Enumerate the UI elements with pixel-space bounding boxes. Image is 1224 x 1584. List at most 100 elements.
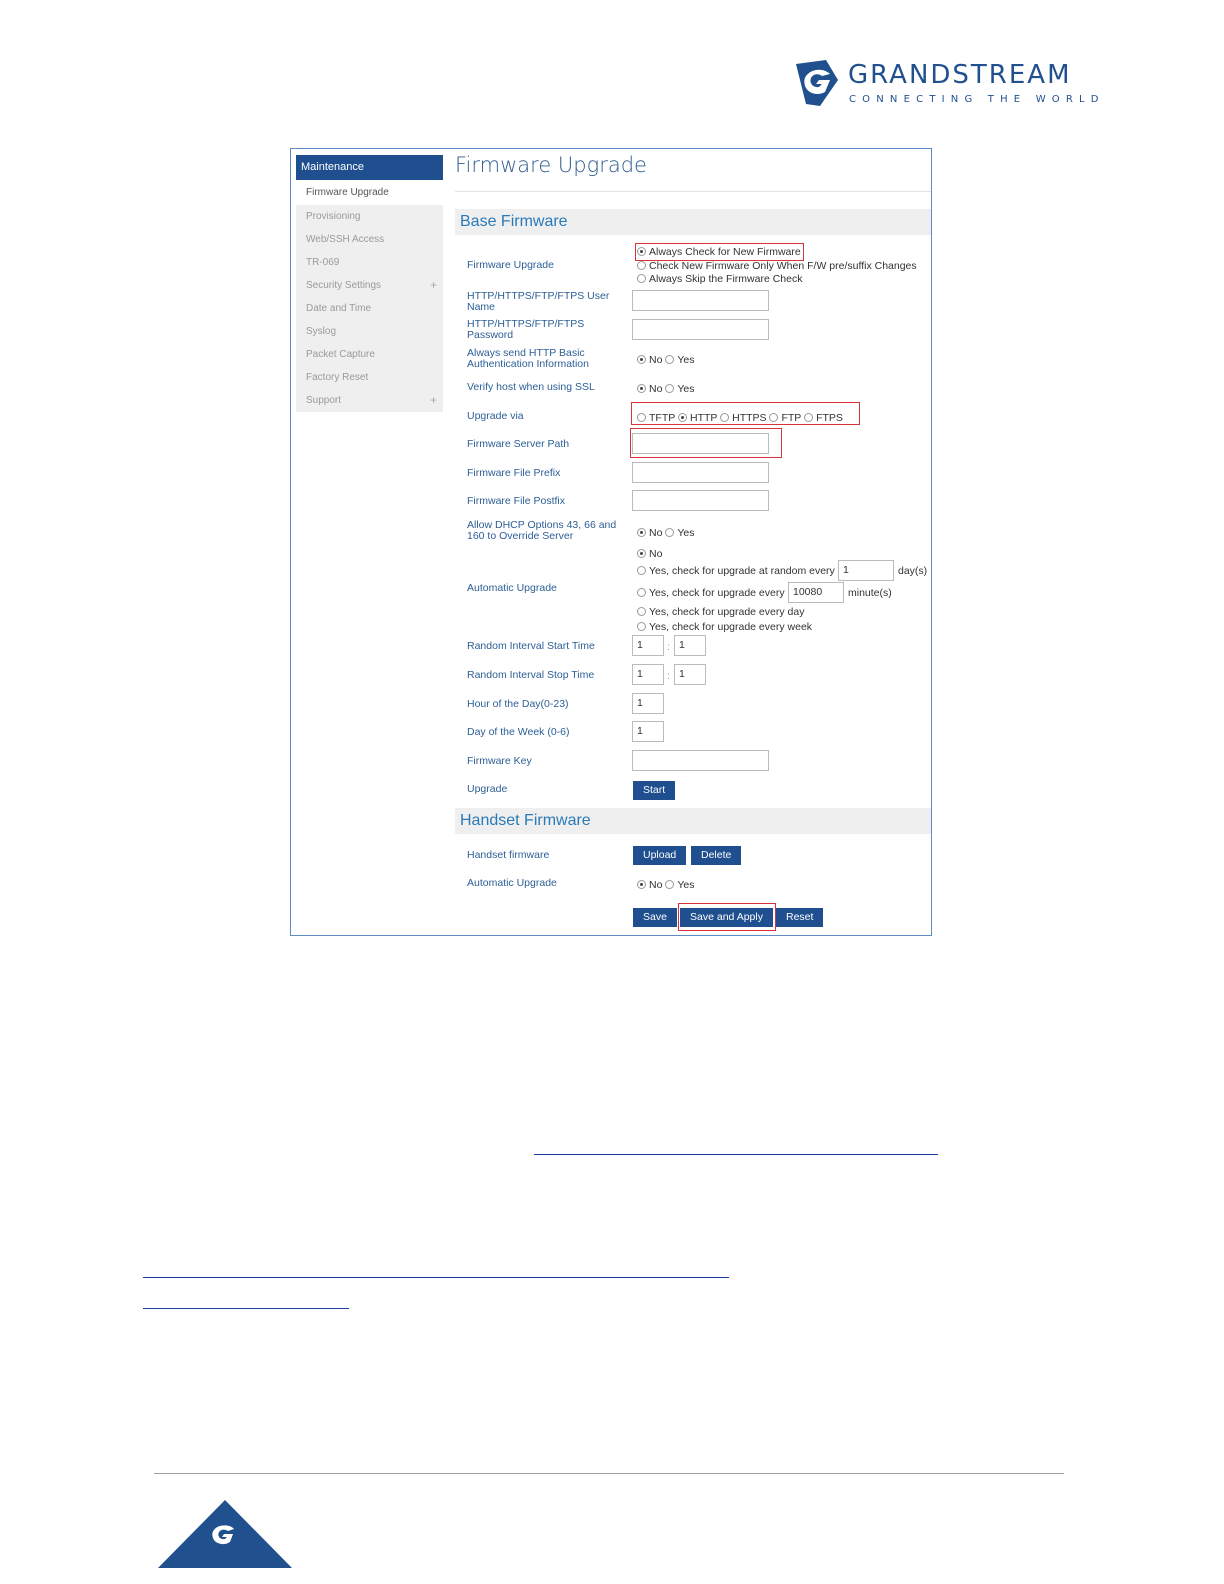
sidebar-item-packet-capture[interactable]: Packet Capture bbox=[296, 343, 443, 366]
hyperlink-underline[interactable] bbox=[143, 1277, 729, 1278]
random-days-input[interactable]: 1 bbox=[838, 560, 894, 581]
radio-icon[interactable] bbox=[637, 607, 646, 616]
highlight-box bbox=[678, 903, 776, 931]
basic-auth-label: Always send HTTP Basic Authentication In… bbox=[467, 347, 589, 370]
option-label: No bbox=[649, 354, 663, 366]
day-of-week-input[interactable]: 1 bbox=[632, 721, 664, 742]
hyperlink-underline[interactable] bbox=[143, 1308, 349, 1309]
sidebar-item-tr069[interactable]: TR-069 bbox=[296, 251, 443, 274]
expand-icon[interactable]: + bbox=[430, 389, 437, 412]
sidebar-item-label: TR-069 bbox=[306, 257, 340, 268]
reset-button[interactable]: Reset bbox=[776, 908, 824, 927]
sidebar-item-label: Packet Capture bbox=[306, 349, 375, 360]
dhcp-override-radio-group: No Yes bbox=[637, 527, 695, 540]
file-postfix-label: Firmware File Postfix bbox=[467, 495, 566, 507]
upgrade-via-label: Upgrade via bbox=[467, 410, 524, 422]
firmware-key-input[interactable] bbox=[632, 750, 769, 771]
logo-wordmark: GRANDSTREAM bbox=[848, 60, 1072, 90]
radio-icon[interactable] bbox=[637, 261, 646, 270]
verify-ssl-radio-group: No Yes bbox=[637, 383, 695, 396]
random-start-hour-input[interactable]: 1 bbox=[632, 635, 664, 656]
radio-icon[interactable] bbox=[665, 880, 675, 889]
delete-button[interactable]: Delete bbox=[691, 846, 742, 865]
handset-firmware-label: Handset firmware bbox=[467, 849, 550, 861]
option-label: No bbox=[649, 383, 663, 395]
random-stop-label: Random Interval Stop Time bbox=[467, 669, 595, 681]
radio-icon[interactable] bbox=[637, 588, 646, 597]
every-minutes-input[interactable]: 10080 bbox=[788, 582, 844, 603]
hour-of-day-input[interactable]: 1 bbox=[632, 693, 664, 714]
grandstream-logo: GRANDSTREAM CONNECTING THE WORLD bbox=[792, 58, 1122, 110]
sidebar-item-label: Web/SSH Access bbox=[306, 234, 385, 245]
option-label: Always Skip the Firmware Check bbox=[649, 273, 803, 285]
title-divider bbox=[455, 191, 931, 192]
firmware-check-option-skip[interactable]: Always Skip the Firmware Check bbox=[637, 273, 802, 286]
option-label: Yes, check for upgrade every day bbox=[649, 606, 805, 618]
radio-icon[interactable] bbox=[665, 384, 675, 393]
username-input[interactable] bbox=[632, 290, 769, 311]
screenshot-frame: Maintenance Firmware Upgrade Provisionin… bbox=[290, 148, 932, 936]
radio-icon[interactable] bbox=[637, 622, 646, 631]
auto-upgrade-option-weekly[interactable]: Yes, check for upgrade every week bbox=[637, 621, 812, 634]
sidebar-item-factory-reset[interactable]: Factory Reset bbox=[296, 366, 443, 389]
password-input[interactable] bbox=[632, 319, 769, 340]
expand-icon[interactable]: + bbox=[430, 274, 437, 297]
auto-upgrade-option-no[interactable]: No bbox=[637, 548, 662, 561]
dhcp-override-label: Allow DHCP Options 43, 66 and 160 to Ove… bbox=[467, 519, 617, 542]
random-days-unit: day(s) bbox=[898, 565, 928, 577]
radio-icon[interactable] bbox=[665, 528, 675, 537]
firmware-key-label: Firmware Key bbox=[467, 755, 532, 767]
radio-icon[interactable] bbox=[637, 880, 646, 889]
option-label: Yes bbox=[677, 527, 695, 539]
sidebar-item-label: Provisioning bbox=[306, 211, 361, 222]
radio-icon[interactable] bbox=[637, 355, 646, 364]
sidebar-item-label: Firmware Upgrade bbox=[306, 187, 389, 198]
auto-upgrade-option-daily[interactable]: Yes, check for upgrade every day bbox=[637, 606, 804, 619]
radio-icon[interactable] bbox=[637, 274, 646, 283]
random-stop-minute-input[interactable]: 1 bbox=[674, 664, 706, 685]
radio-icon[interactable] bbox=[637, 549, 646, 558]
radio-icon[interactable] bbox=[637, 384, 646, 393]
sidebar-item-web-ssh-access[interactable]: Web/SSH Access bbox=[296, 228, 443, 251]
upgrade-label: Upgrade bbox=[467, 783, 508, 795]
file-postfix-input[interactable] bbox=[632, 490, 769, 511]
sidebar-item-provisioning[interactable]: Provisioning bbox=[296, 205, 443, 228]
day-of-week-label: Day of the Week (0-6) bbox=[467, 726, 570, 738]
random-start-minute-input[interactable]: 1 bbox=[674, 635, 706, 656]
sidebar-item-firmware-upgrade[interactable]: Firmware Upgrade bbox=[296, 180, 443, 205]
radio-icon[interactable] bbox=[637, 528, 646, 537]
file-prefix-input[interactable] bbox=[632, 462, 769, 483]
random-stop-hour-input[interactable]: 1 bbox=[632, 664, 664, 685]
auto-upgrade-label: Automatic Upgrade bbox=[467, 582, 557, 594]
every-minutes-unit: minute(s) bbox=[848, 587, 892, 599]
logo-tagline: CONNECTING THE WORLD bbox=[849, 94, 1105, 105]
radio-icon[interactable] bbox=[665, 355, 675, 364]
radio-icon[interactable] bbox=[637, 566, 646, 575]
auto-upgrade-option-random[interactable]: Yes, check for upgrade at random every bbox=[637, 565, 835, 578]
username-label: HTTP/HTTPS/FTP/FTPS User Name bbox=[467, 290, 610, 313]
sidebar-item-date-and-time[interactable]: Date and Time bbox=[296, 297, 443, 320]
time-separator: : bbox=[667, 670, 670, 682]
handset-auto-upgrade-radio-group: No Yes bbox=[637, 879, 695, 892]
hyperlink-underline[interactable] bbox=[534, 1154, 938, 1155]
upload-button[interactable]: Upload bbox=[633, 846, 687, 865]
basic-auth-radio-group: No Yes bbox=[637, 354, 695, 367]
auto-upgrade-option-every[interactable]: Yes, check for upgrade every bbox=[637, 587, 785, 600]
sidebar-item-support[interactable]: Support + bbox=[296, 389, 443, 412]
sidebar-item-label: Security Settings bbox=[306, 280, 382, 291]
sidebar-item-security-settings[interactable]: Security Settings + bbox=[296, 274, 443, 297]
server-path-label: Firmware Server Path bbox=[467, 438, 570, 450]
highlight-box bbox=[630, 428, 782, 458]
time-separator: : bbox=[667, 641, 670, 653]
file-prefix-label: Firmware File Prefix bbox=[467, 467, 561, 479]
save-button[interactable]: Save bbox=[633, 908, 677, 927]
page-title: Firmware Upgrade bbox=[455, 153, 647, 177]
firmware-check-option-prefix[interactable]: Check New Firmware Only When F/W pre/suf… bbox=[637, 260, 917, 273]
sidebar-item-label: Support bbox=[306, 395, 342, 406]
section-base-firmware: Base Firmware bbox=[455, 209, 931, 235]
sidebar-item-syslog[interactable]: Syslog bbox=[296, 320, 443, 343]
footer-divider bbox=[154, 1473, 1064, 1474]
sidebar-header[interactable]: Maintenance bbox=[296, 155, 443, 180]
option-label: Yes bbox=[677, 879, 695, 891]
start-button[interactable]: Start bbox=[633, 781, 676, 800]
